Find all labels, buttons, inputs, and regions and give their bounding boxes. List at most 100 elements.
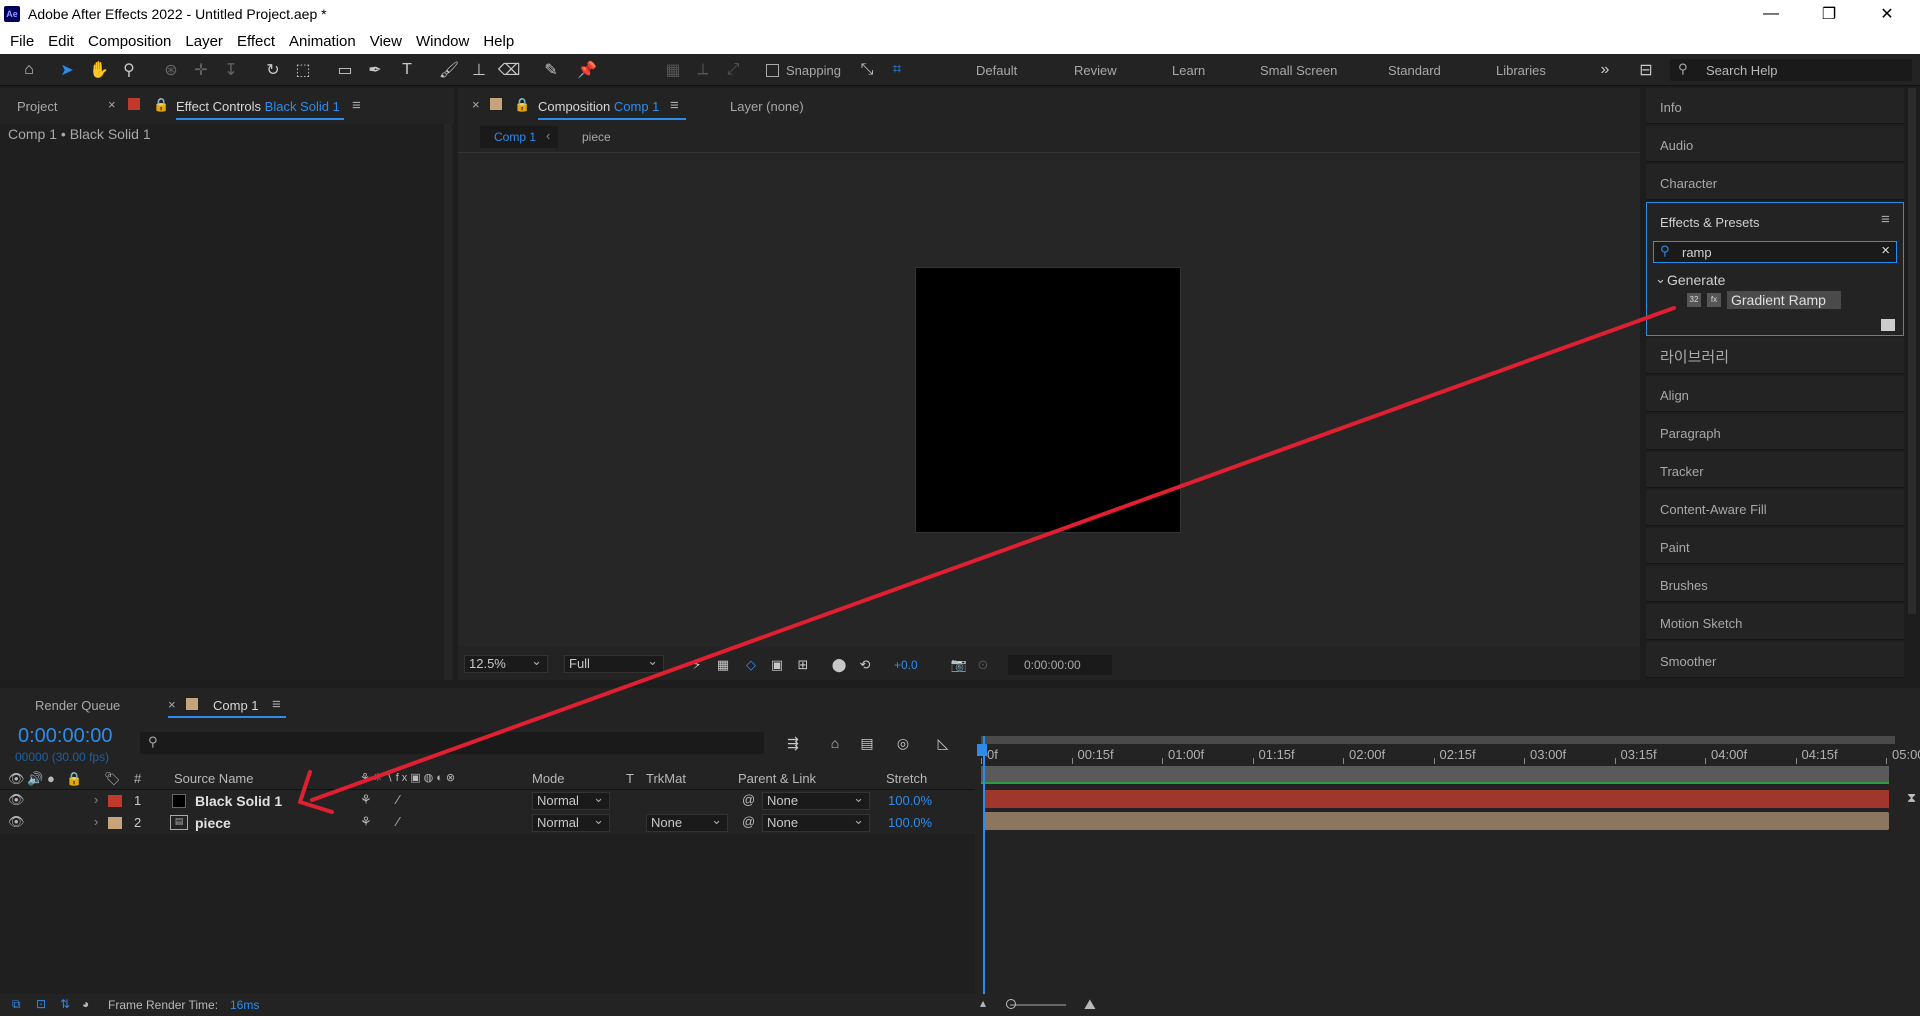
menu-edit[interactable]: Edit <box>48 33 74 50</box>
brush-tool-icon[interactable]: 🖌 <box>438 59 460 81</box>
zoom-tool-icon[interactable]: ⚲ <box>118 59 140 81</box>
layer-mode-dropdown[interactable]: Normal <box>532 812 610 832</box>
panel-audio[interactable]: Audio <box>1646 126 1904 162</box>
panel-content-aware-fill[interactable]: Content-Aware Fill <box>1646 490 1904 526</box>
show-snapshot-icon[interactable]: ⊙ <box>972 654 994 676</box>
grid-guides-icon[interactable]: ⊞ <box>792 654 814 676</box>
layer-stretch[interactable]: 100.0% <box>888 815 932 830</box>
snap-edges-icon[interactable]: ⤡ <box>856 59 878 81</box>
audio-icon[interactable]: 🔊 <box>27 771 43 787</box>
clone-stamp-tool-icon[interactable]: ⊥ <box>468 59 490 81</box>
puppet-pin-tool-icon[interactable]: 📌 <box>576 59 598 81</box>
motion-blur-icon[interactable]: ◺ <box>932 732 954 754</box>
layer-stretch[interactable]: 100.0% <box>888 793 932 808</box>
time-graph[interactable]: 0f 00:15f 01:00f 01:15f 02:00f 02:15f 03:00f 03… <box>975 724 1920 994</box>
workspace-settings-icon[interactable]: ⊟ <box>1632 59 1660 81</box>
snapshot-icon[interactable]: 📷 <box>948 654 970 676</box>
viewer-timecode-box[interactable]: 0:00:00:00 <box>1008 655 1112 675</box>
effects-search-field[interactable]: ⚲ ramp × <box>1653 241 1897 263</box>
menu-composition[interactable]: Composition <box>88 33 171 50</box>
zoom-slider[interactable] <box>1010 1004 1066 1006</box>
lock-icon[interactable]: 🔒 <box>66 771 82 787</box>
playhead-handle[interactable] <box>977 744 987 756</box>
eye-icon[interactable]: 👁 <box>8 792 25 808</box>
workspace-libraries[interactable]: Libraries <box>1496 63 1546 78</box>
close-icon[interactable]: ✕ <box>1858 0 1916 28</box>
workspace-small-screen[interactable]: Small Screen <box>1260 63 1337 78</box>
panel-align[interactable]: Align <box>1646 376 1904 412</box>
minimize-icon[interactable]: — <box>1742 0 1800 28</box>
more-workspaces-icon[interactable]: » <box>1594 59 1616 81</box>
panel-paragraph[interactable]: Paragraph <box>1646 414 1904 450</box>
tab-render-queue[interactable]: Render Queue <box>35 698 120 713</box>
scrollbar[interactable] <box>1908 88 1916 614</box>
workspace-review[interactable]: Review <box>1074 63 1117 78</box>
shy-switch-icon[interactable]: ⚘ <box>360 792 372 808</box>
panel-menu-icon[interactable]: ≡ <box>272 696 281 713</box>
time-ruler[interactable]: 0f 00:15f 01:00f 01:15f 02:00f 02:15f 03:00f 03… <box>981 744 1920 764</box>
zoom-slider-thumb[interactable] <box>1006 999 1016 1009</box>
axis-icon[interactable]: ⟂ <box>692 59 714 81</box>
comp-mini-flowchart-icon[interactable]: ⇶ <box>782 732 804 754</box>
current-time-indicator[interactable] <box>983 736 985 994</box>
panel-character[interactable]: Character <box>1646 164 1904 200</box>
scrollbar[interactable] <box>444 124 452 680</box>
panel-menu-icon[interactable]: ≡ <box>670 97 679 114</box>
transparency-grid-icon[interactable]: ▦ <box>712 654 734 676</box>
layer-bar-piece[interactable] <box>983 812 1889 830</box>
panel-info[interactable]: Info <box>1646 88 1904 124</box>
panel-motion-sketch[interactable]: Motion Sketch <box>1646 604 1904 640</box>
lock-icon[interactable]: 🔒 <box>153 97 169 113</box>
tab-composition[interactable]: Composition Comp 1 <box>538 99 659 114</box>
transfer-controls-icon[interactable]: ⇅ <box>60 997 70 1011</box>
layer-row[interactable]: 👁 › 2 ▤ piece ⚘ ∕ Normal None @ None 100… <box>0 812 975 834</box>
panel-smoother[interactable]: Smoother <box>1646 642 1904 678</box>
roto-brush-tool-icon[interactable]: ✎ <box>540 59 562 81</box>
align-icon[interactable]: ▦ <box>662 59 684 81</box>
layer-parent-dropdown[interactable]: None <box>762 812 870 832</box>
tab-timeline-comp[interactable]: Comp 1 <box>213 698 259 713</box>
comp-flow-tab-active[interactable]: Comp 1 ‹ <box>480 126 558 148</box>
tab-project[interactable]: Project <box>17 99 57 114</box>
menu-view[interactable]: View <box>370 33 402 50</box>
panel-brushes[interactable]: Brushes <box>1646 566 1904 602</box>
zoom-in-icon[interactable]: ⛰ <box>1084 996 1096 1013</box>
draft-3d-icon[interactable]: ⌂ <box>824 732 846 754</box>
panel-libraries[interactable]: 라이브러리 <box>1646 338 1904 374</box>
chevron-right-icon[interactable]: › <box>94 814 98 829</box>
work-area-bar[interactable] <box>981 736 1895 744</box>
menu-help[interactable]: Help <box>483 33 514 50</box>
snapping-checkbox[interactable] <box>766 64 779 77</box>
menu-effect[interactable]: Effect <box>237 33 275 50</box>
current-timecode[interactable]: 0:00:00:00 <box>18 725 113 748</box>
search-help-box[interactable]: ⚲ Search Help <box>1670 59 1912 81</box>
menu-layer[interactable]: Layer <box>185 33 223 50</box>
label-color-swatch[interactable] <box>108 795 122 807</box>
pan-behind-tool-icon[interactable]: ⬚ <box>292 59 314 81</box>
layer-mode-dropdown[interactable]: Normal <box>532 790 610 810</box>
clear-search-icon[interactable]: × <box>1881 242 1890 259</box>
frame-render-icon[interactable]: ◕ <box>82 997 89 1011</box>
orbit-camera-icon[interactable]: ⊛ <box>160 59 182 81</box>
panel-menu-icon[interactable]: ≡ <box>352 97 361 114</box>
layer-name[interactable]: piece <box>195 815 231 831</box>
reset-exposure-icon[interactable]: ⟲ <box>854 654 876 676</box>
chevron-down-icon[interactable]: ⌄ <box>1655 271 1666 287</box>
quality-switch-icon[interactable]: ∕ <box>397 792 399 807</box>
close-tab-icon[interactable]: × <box>472 97 480 112</box>
rectangle-tool-icon[interactable]: ▭ <box>334 59 356 81</box>
fast-previews-icon[interactable]: ⚡ <box>686 654 708 676</box>
panel-menu-icon[interactable]: ≡ <box>1881 211 1890 228</box>
shy-layers-icon[interactable]: ▤ <box>856 732 878 754</box>
layer-parent-dropdown[interactable]: None <box>762 790 870 810</box>
shy-switch-icon[interactable]: ⚘ <box>360 814 372 830</box>
workspace-default[interactable]: Default <box>976 63 1017 78</box>
exposure-value[interactable]: +0.0 <box>894 658 918 672</box>
zoom-out-icon[interactable]: ▴ <box>980 996 986 1010</box>
eye-icon[interactable]: 👁 <box>8 771 25 787</box>
label-color-swatch[interactable] <box>108 817 122 829</box>
resolution-dropdown[interactable]: Full <box>564 653 664 673</box>
layer-search-field[interactable]: ⚲ <box>140 732 764 754</box>
restore-icon[interactable]: ❐ <box>1800 0 1858 28</box>
category-generate[interactable]: Generate <box>1667 272 1725 288</box>
